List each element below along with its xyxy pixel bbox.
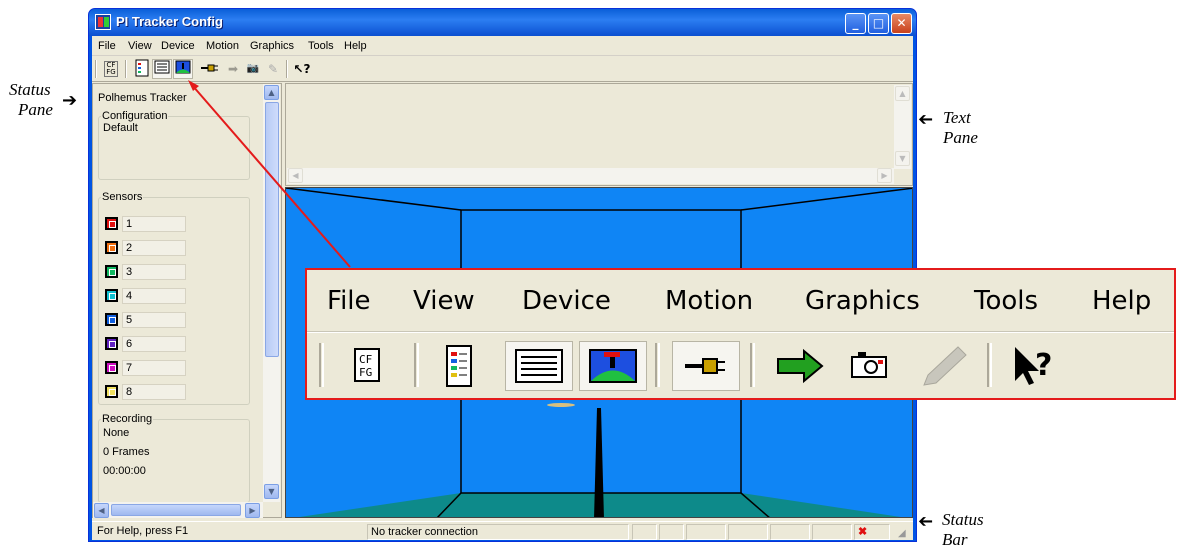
toolbar-separator bbox=[987, 343, 992, 387]
config-file-icon[interactable]: CF FG bbox=[347, 341, 387, 391]
zoomed-toolbar: CF FG ? bbox=[307, 333, 1174, 398]
toolbar-grip bbox=[319, 343, 324, 387]
zoom-menu-device[interactable]: Device bbox=[522, 286, 611, 316]
toolbar-separator bbox=[750, 343, 755, 387]
zoom-menu-graphics[interactable]: Graphics bbox=[805, 286, 920, 316]
camera-icon[interactable] bbox=[845, 341, 895, 391]
zoomed-toolbar-callout: File View Device Motion Graphics Tools H… bbox=[305, 268, 1176, 400]
toolbar-separator bbox=[414, 343, 419, 387]
toolbar-separator bbox=[655, 343, 660, 387]
graphics-icon[interactable] bbox=[579, 341, 647, 391]
pencil-icon[interactable] bbox=[912, 341, 972, 391]
context-help-icon[interactable]: ? bbox=[1007, 341, 1067, 391]
zoomed-menu-bar: File View Device Motion Graphics Tools H… bbox=[307, 270, 1174, 332]
svg-text:FG: FG bbox=[359, 366, 372, 379]
text-pane-icon[interactable] bbox=[505, 341, 573, 391]
zoom-menu-file[interactable]: File bbox=[327, 286, 371, 316]
svg-text:CF: CF bbox=[359, 353, 372, 366]
svg-text:?: ? bbox=[1035, 348, 1052, 383]
zoom-menu-view[interactable]: View bbox=[413, 286, 475, 316]
start-motion-icon[interactable] bbox=[770, 341, 830, 391]
zoom-menu-motion[interactable]: Motion bbox=[665, 286, 753, 316]
zoom-menu-tools[interactable]: Tools bbox=[974, 286, 1038, 316]
zoom-menu-help[interactable]: Help bbox=[1092, 286, 1151, 316]
connect-plug-icon[interactable] bbox=[672, 341, 740, 391]
status-pane-icon[interactable] bbox=[435, 341, 485, 391]
